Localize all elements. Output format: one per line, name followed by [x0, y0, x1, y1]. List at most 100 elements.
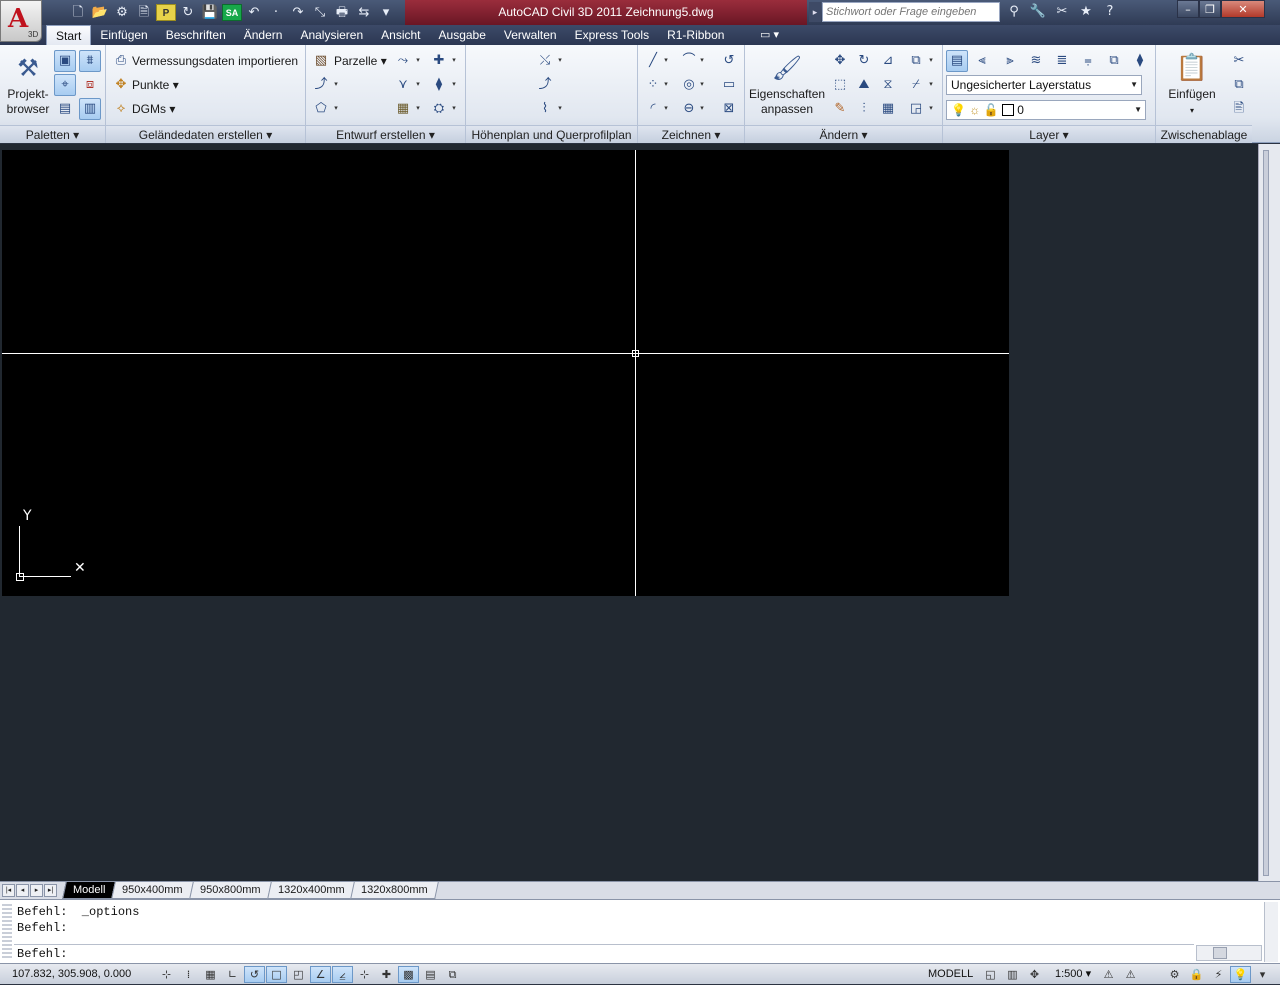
projektbrowser-button[interactable]: ⚒ Projekt- browser	[4, 51, 52, 117]
sample-lines-icon[interactable]: ⌇	[534, 98, 556, 120]
command-line-grip[interactable]	[2, 904, 12, 960]
intersection-icon[interactable]: ✚	[428, 50, 450, 72]
polyline-dropdown-icon[interactable]: ▾	[698, 50, 706, 72]
refresh-icon[interactable]: ↻	[178, 3, 198, 22]
parzelle-button[interactable]: Parzelle ▾	[334, 53, 387, 69]
scatter-icon[interactable]: ⁘	[642, 74, 664, 96]
tab-einfügen[interactable]: Einfügen	[91, 25, 156, 45]
auto-scale-icon[interactable]: ⚠	[1120, 966, 1141, 983]
match-clip-icon[interactable]: 🖹	[1228, 98, 1250, 120]
tab-ansicht[interactable]: Ansicht	[372, 25, 429, 45]
paste-dropdown-icon[interactable]: ▾	[1190, 106, 1194, 115]
ellipse-dropdown-icon[interactable]: ▾	[698, 98, 706, 120]
quick-view-drawings-icon[interactable]: ▥	[1002, 966, 1023, 983]
properties-icon[interactable]: ▤	[54, 98, 76, 120]
search-expand-icon[interactable]: ▸	[809, 2, 821, 22]
panel-title-gelaendedaten[interactable]: Geländedaten erstellen ▾	[106, 125, 305, 143]
dynamic-input-icon[interactable]: ⊹	[354, 966, 375, 983]
toolbar-lock-icon[interactable]: 🔒	[1186, 966, 1207, 983]
publish-icon[interactable]: ⇆	[354, 3, 374, 22]
break-icon[interactable]: ⌿	[905, 74, 927, 96]
tools-icon[interactable]: 🔧	[1028, 2, 1048, 22]
scale-icon[interactable]: ⛰	[853, 74, 875, 96]
arc-dropdown-icon[interactable]: ▾	[662, 98, 670, 120]
array-icon[interactable]: ▦	[877, 98, 899, 120]
panel-title-hoehenplan[interactable]: Höhenplan und Querprofilplan	[466, 125, 637, 143]
rectangle-icon[interactable]: ▭	[718, 74, 740, 96]
mirror-icon[interactable]: ⧖	[877, 74, 899, 96]
panel-title-entwurf[interactable]: Entwurf erstellen ▾	[306, 125, 465, 143]
alignment-dropdown-icon[interactable]: ▾	[332, 74, 340, 96]
tab-beschriften[interactable]: Beschriften	[157, 25, 235, 45]
panel-title-aendern[interactable]: Ändern ▾	[745, 125, 942, 143]
transparency-icon[interactable]: ▩	[398, 966, 419, 983]
fullscreen-icon[interactable]: ⤡	[310, 3, 330, 22]
profile-dropdown-icon[interactable]: ▾	[556, 50, 564, 72]
object-snap-icon[interactable]: □	[266, 966, 287, 983]
isolate-objects-icon[interactable]: 💡	[1230, 966, 1251, 983]
dynamic-ucs-icon[interactable]: ⦤	[332, 966, 353, 983]
survey-icon[interactable]: ⌖	[54, 74, 76, 96]
last-layout-icon[interactable]: ▸|	[44, 884, 57, 897]
annotation-visibility-icon[interactable]: ⚠	[1098, 966, 1119, 983]
binoculars-icon[interactable]: ⚲	[1004, 2, 1024, 22]
move-icon[interactable]: ✥	[829, 50, 851, 72]
feature-line-dropdown-icon[interactable]: ▾	[414, 50, 422, 72]
sample-lines-dropdown-icon[interactable]: ▾	[556, 98, 564, 120]
workspace-switching-icon[interactable]: ⚙	[1164, 966, 1185, 983]
layout-tab-1320x800mm[interactable]: 1320x800mm	[350, 882, 439, 899]
open-icon[interactable]: 📂	[90, 3, 110, 22]
layer-unisolate-icon[interactable]: ≣	[1051, 50, 1073, 72]
copy-dropdown-icon[interactable]: ▾	[927, 50, 935, 72]
polar-tracking-icon[interactable]: ↺	[244, 966, 265, 983]
maximize-button[interactable]: ❐	[1199, 0, 1221, 18]
layout-tab-950x800mm[interactable]: 950x800mm	[189, 882, 272, 899]
panel-title-zwischenablage[interactable]: Zwischenablage	[1156, 125, 1252, 143]
3d-object-snap-icon[interactable]: ◰	[288, 966, 309, 983]
break-dropdown-icon[interactable]: ▾	[927, 74, 935, 96]
copy-icon[interactable]: ⧉	[905, 50, 927, 72]
model-space-canvas[interactable]: Y ✕	[2, 150, 1009, 596]
pressure-network-icon[interactable]: ⛭	[428, 98, 450, 120]
rotate-icon[interactable]: ↻	[853, 50, 875, 72]
tab-express-tools[interactable]: Express Tools	[566, 25, 658, 45]
search-input[interactable]	[822, 2, 1000, 22]
eigenschaften-anpassen-button[interactable]: 🖌 Eigenschaften anpassen	[749, 51, 825, 117]
layer-previous-icon[interactable]: ⫸	[999, 50, 1021, 72]
tab-ändern[interactable]: Ändern	[235, 25, 292, 45]
toolspace-icon[interactable]: ▣	[54, 50, 76, 72]
arc-icon[interactable]: ◜	[642, 98, 664, 120]
line-icon[interactable]: ╱	[642, 50, 664, 72]
pipe-network-icon[interactable]: ⧫	[428, 74, 450, 96]
lineweight-icon[interactable]: ✚	[376, 966, 397, 983]
redo-icon[interactable]: ↷	[288, 3, 308, 22]
save-icon[interactable]: 💾	[200, 3, 220, 22]
quick-view-layouts-icon[interactable]: ◱	[980, 966, 1001, 983]
grading-icon[interactable]: ⬠	[310, 98, 332, 120]
alignment-icon[interactable]: ⤴	[310, 74, 332, 96]
palette-icon[interactable]: ▥	[79, 98, 101, 120]
command-vertical-scrollbar[interactable]	[1264, 902, 1278, 962]
ribbon-minimize-icon[interactable]: ▭ ▾	[760, 27, 779, 43]
layer-isolate-icon[interactable]: ≋	[1025, 50, 1047, 72]
panel-title-layer[interactable]: Layer ▾	[943, 125, 1155, 143]
first-layout-icon[interactable]: |◂	[2, 884, 15, 897]
cursor-coordinates[interactable]: 107.832, 305.908, 0.000	[12, 964, 131, 985]
corridor-dropdown-icon[interactable]: ▾	[414, 74, 422, 96]
circle-dropdown-icon[interactable]: ▾	[698, 74, 706, 96]
feature-line-icon[interactable]: ⤳	[392, 50, 414, 72]
tab-analysieren[interactable]: Analysieren	[291, 25, 372, 45]
clean-screen-icon[interactable]: ▫	[1274, 966, 1280, 983]
object-snap-tracking-icon[interactable]: ∠	[310, 966, 331, 983]
assembly-icon[interactable]: ▦	[392, 98, 414, 120]
panel-title-zeichnen[interactable]: Zeichnen ▾	[638, 125, 744, 143]
layer-off-icon[interactable]: ⧉	[1103, 50, 1125, 72]
pressure-network-dropdown-icon[interactable]: ▾	[450, 98, 458, 120]
selection-cycling-icon[interactable]: ⧉	[442, 966, 463, 983]
command-input[interactable]: Befehl:	[14, 944, 1194, 963]
assembly-dropdown-icon[interactable]: ▾	[414, 98, 422, 120]
previous-layout-icon[interactable]: ◂	[16, 884, 29, 897]
layer-state-dropdown[interactable]: Ungesicherter Layerstatus ▼	[946, 75, 1142, 95]
infer-constraints-icon[interactable]: ⊹	[156, 966, 177, 983]
intersection-dropdown-icon[interactable]: ▾	[450, 50, 458, 72]
